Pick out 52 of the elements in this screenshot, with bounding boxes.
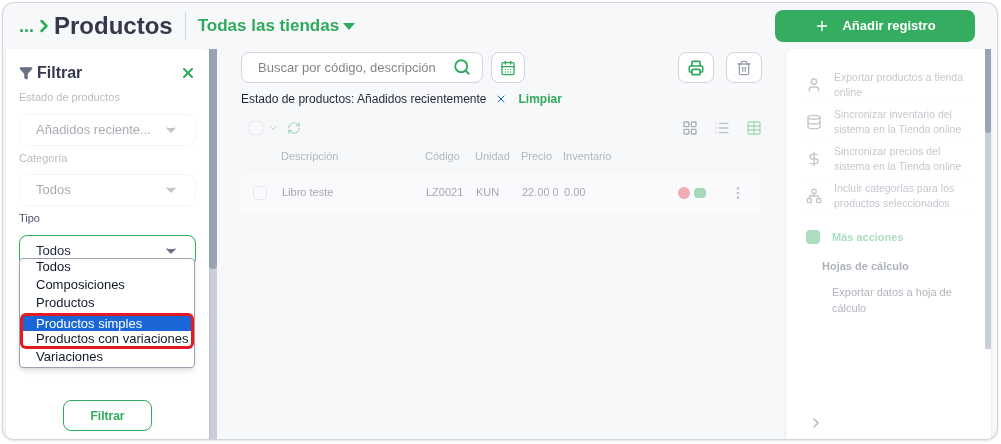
table-cell-text: KUN (476, 185, 501, 201)
table-cell-text: 0.00 (564, 185, 587, 201)
print-button[interactable] (678, 52, 714, 83)
column-header: Código (425, 149, 461, 164)
trash-icon (736, 59, 752, 76)
page-title: Productos (54, 11, 173, 41)
calendar-button[interactable] (491, 52, 525, 83)
more-actions-title: Más acciones (832, 230, 904, 245)
column-header: Descripción (281, 149, 340, 164)
action-icon (806, 188, 822, 204)
column-header: Precio (521, 149, 554, 164)
store-selector[interactable]: Todas las tiendas (197, 13, 356, 39)
search-icon[interactable] (453, 58, 471, 76)
dropdown-option[interactable]: Productos con variaciones (20, 331, 194, 349)
status-icon (678, 186, 690, 199)
filter-title: Filtrar (37, 63, 83, 83)
column-header: Unidad (475, 149, 511, 164)
breadcrumb-link[interactable]: ... (19, 12, 34, 40)
clear-link[interactable]: Limpiar (518, 90, 562, 108)
dropdown-option[interactable]: Composiciones (20, 277, 194, 295)
action-item[interactable]: Exportar datos a hoja de cálculo (832, 284, 971, 316)
table-view-icon[interactable] (746, 120, 762, 136)
search-field[interactable]: Buscar por código, descripción (241, 52, 483, 83)
print-icon (688, 59, 704, 76)
delete-button[interactable] (726, 52, 762, 83)
dropdown-option[interactable]: Productos (20, 295, 194, 313)
filter-icon (19, 66, 33, 80)
close-icon[interactable] (180, 65, 196, 81)
table-cell-text: 22.00 0 (522, 185, 560, 201)
action-icon (806, 77, 822, 93)
filter-button[interactable]: Filtrar (63, 400, 152, 431)
scrollbar[interactable] (209, 49, 217, 439)
group-title: Hojas de cálculo (822, 258, 910, 274)
dropdown-option[interactable]: Productos simples (20, 313, 194, 331)
refresh-icon[interactable] (287, 121, 301, 135)
grid-view-icon[interactable] (682, 120, 698, 136)
table-cell-text: LZ0021 (426, 185, 465, 201)
dropdown-option[interactable]: Variaciones (20, 349, 194, 367)
table-cell-text: Libro teste (282, 185, 335, 201)
calendar-icon (500, 59, 516, 76)
action-icon (806, 114, 822, 130)
active-filter-text: Estado de productos: Añadidos recientemente (241, 91, 487, 108)
list-view-icon[interactable] (714, 120, 730, 136)
field-label: Estado de productos (19, 90, 121, 105)
scrollbar-thumb[interactable] (985, 49, 991, 133)
add-record-button[interactable]: Añadir registro (775, 10, 975, 42)
field-label: Tipo (19, 211, 41, 226)
scrollbar-thumb[interactable] (209, 49, 217, 269)
column-header: Inventario (563, 149, 613, 164)
scrollbar[interactable] (985, 49, 991, 349)
action-icon (806, 151, 822, 167)
field-label: Categoría (19, 150, 69, 166)
